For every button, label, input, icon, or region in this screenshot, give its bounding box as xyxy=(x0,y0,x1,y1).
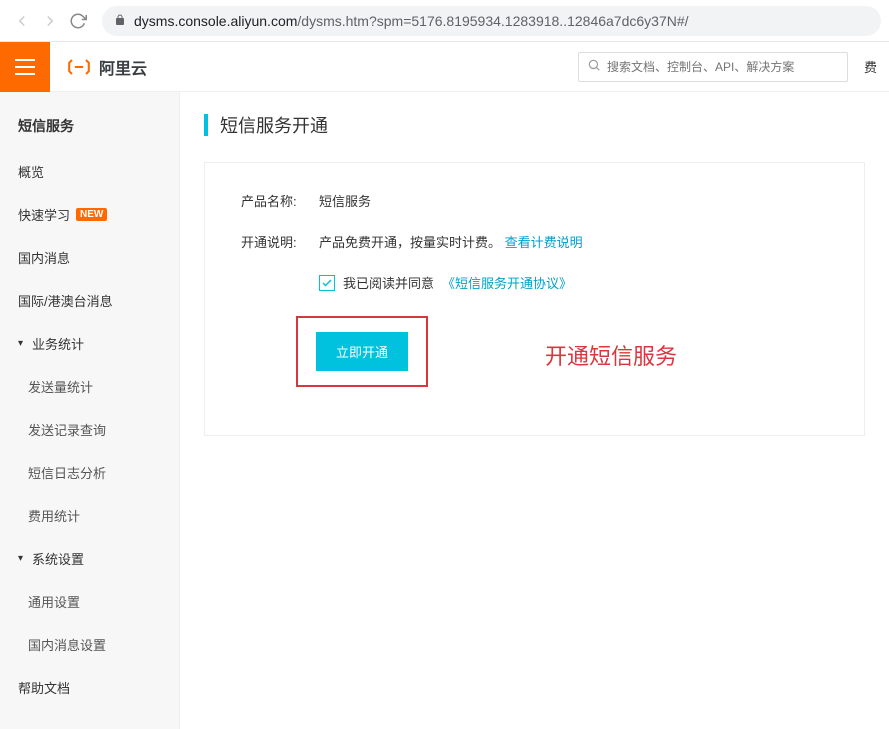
activate-button[interactable]: 立即开通 xyxy=(316,332,408,371)
sidebar-item-send-stats[interactable]: 发送量统计 xyxy=(0,365,179,408)
sidebar-item-label: 帮助文档 xyxy=(18,678,70,697)
sidebar-item-overview[interactable]: 概览 xyxy=(0,150,179,193)
sidebar-item-label: 国际/港澳台消息 xyxy=(18,291,113,310)
sidebar-item-help-docs[interactable]: 帮助文档 xyxy=(0,666,179,709)
forward-button[interactable] xyxy=(36,7,64,35)
brand-name: 阿里云 xyxy=(99,55,147,79)
sidebar-item-label: 概览 xyxy=(18,162,44,181)
sidebar-item-label: 系统设置 xyxy=(32,549,84,568)
product-value: 短信服务 xyxy=(319,191,371,210)
check-icon xyxy=(321,277,333,289)
sidebar-item-domestic-settings[interactable]: 国内消息设置 xyxy=(0,623,179,666)
product-row: 产品名称: 短信服务 xyxy=(241,191,828,210)
product-label: 产品名称: xyxy=(241,191,319,210)
back-button[interactable] xyxy=(8,7,36,35)
agreement-link[interactable]: 《短信服务开通协议》 xyxy=(442,273,572,292)
agree-text: 我已阅读并同意 xyxy=(343,273,434,292)
sidebar-item-label: 发送量统计 xyxy=(28,377,93,396)
sidebar-title: 短信服务 xyxy=(0,102,179,150)
agreement-row: 我已阅读并同意 《短信服务开通协议》 xyxy=(319,273,828,292)
sidebar-item-label: 业务统计 xyxy=(32,334,84,353)
sidebar-item-label: 通用设置 xyxy=(28,592,80,611)
sidebar-item-general-settings[interactable]: 通用设置 xyxy=(0,580,179,623)
address-bar[interactable]: dysms.console.aliyun.com/dysms.htm?spm=5… xyxy=(102,6,881,36)
sidebar: 短信服务 概览 快速学习 NEW 国内消息 国际/港澳台消息 ▾ 业务统计 发送… xyxy=(0,92,180,729)
sidebar-item-label: 费用统计 xyxy=(28,506,80,525)
sidebar-item-stats[interactable]: ▾ 业务统计 xyxy=(0,322,179,365)
chevron-down-icon: ▾ xyxy=(18,553,28,564)
sidebar-item-send-records[interactable]: 发送记录查询 xyxy=(0,408,179,451)
sidebar-item-quickstart[interactable]: 快速学习 NEW xyxy=(0,193,179,236)
annotation-text: 开通短信服务 xyxy=(545,339,677,371)
brand-logo[interactable]: 阿里云 xyxy=(65,53,147,81)
billing-link[interactable]: 查看计费说明 xyxy=(505,235,583,250)
sidebar-item-label: 短信日志分析 xyxy=(28,463,106,482)
desc-value: 产品免费开通，按量实时计费。 查看计费说明 xyxy=(319,232,583,251)
heading-accent-bar xyxy=(204,114,208,136)
lock-icon xyxy=(114,13,126,29)
sidebar-item-domestic-msg[interactable]: 国内消息 xyxy=(0,236,179,279)
sidebar-item-label: 发送记录查询 xyxy=(28,420,106,439)
page-heading: 短信服务开通 xyxy=(180,92,889,162)
app-header: 阿里云 费 xyxy=(0,42,889,92)
desc-label: 开通说明: xyxy=(241,232,319,251)
sidebar-item-settings[interactable]: ▾ 系统设置 xyxy=(0,537,179,580)
global-search[interactable] xyxy=(578,52,848,82)
agree-checkbox[interactable] xyxy=(319,275,335,291)
url-text: dysms.console.aliyun.com/dysms.htm?spm=5… xyxy=(134,13,689,29)
desc-row: 开通说明: 产品免费开通，按量实时计费。 查看计费说明 xyxy=(241,232,828,251)
sidebar-item-label: 国内消息设置 xyxy=(28,635,106,654)
page-title: 短信服务开通 xyxy=(220,112,328,138)
sidebar-item-log-analysis[interactable]: 短信日志分析 xyxy=(0,451,179,494)
chevron-down-icon: ▾ xyxy=(18,338,28,349)
search-input[interactable] xyxy=(607,60,839,74)
main-content: 短信服务开通 产品名称: 短信服务 开通说明: 产品免费开通，按量实时计费。 查… xyxy=(180,92,889,729)
new-badge: NEW xyxy=(76,208,107,221)
sidebar-item-label: 快速学习 xyxy=(18,205,70,224)
activation-card: 产品名称: 短信服务 开通说明: 产品免费开通，按量实时计费。 查看计费说明 我… xyxy=(204,162,865,436)
sidebar-item-intl-msg[interactable]: 国际/港澳台消息 xyxy=(0,279,179,322)
sidebar-item-fee-stats[interactable]: 费用统计 xyxy=(0,494,179,537)
hamburger-menu-button[interactable] xyxy=(0,42,50,92)
header-link-fees[interactable]: 费 xyxy=(864,57,877,76)
sidebar-item-label: 国内消息 xyxy=(18,248,70,267)
search-icon xyxy=(587,58,607,75)
reload-button[interactable] xyxy=(64,7,92,35)
browser-toolbar: dysms.console.aliyun.com/dysms.htm?spm=5… xyxy=(0,0,889,42)
desc-text: 产品免费开通，按量实时计费。 xyxy=(319,235,501,250)
highlight-box: 立即开通 xyxy=(296,316,428,387)
